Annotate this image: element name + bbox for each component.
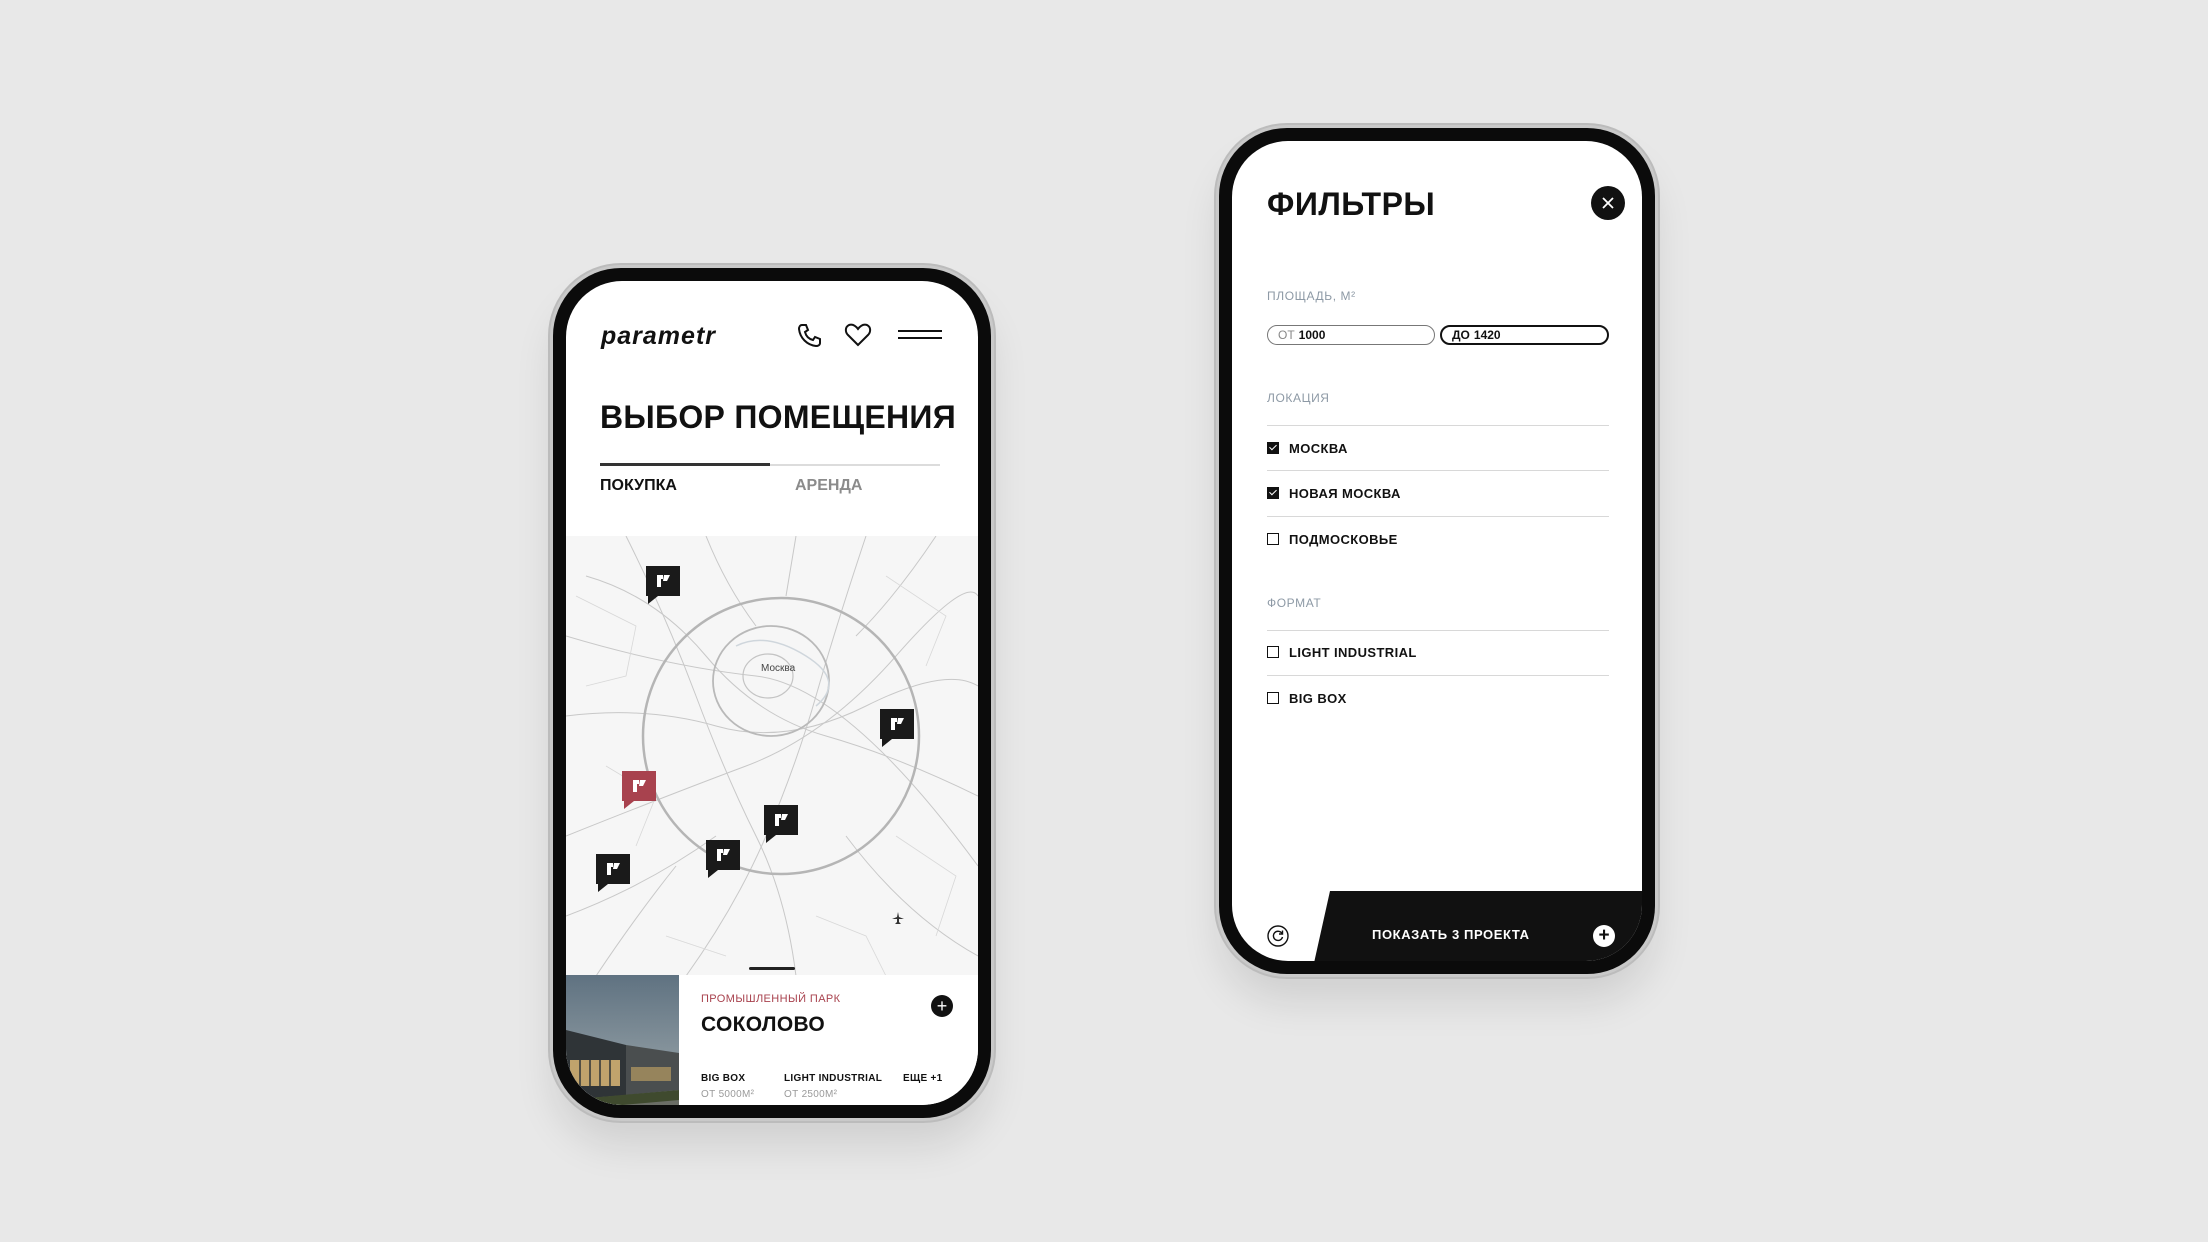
area-to-prefix: ДО xyxy=(1452,328,1470,342)
format-tag-light-industrial: LIGHT INDUSTRIAL xyxy=(784,1073,883,1084)
map-pin[interactable] xyxy=(764,805,798,843)
project-title[interactable]: СОКОЛОВО xyxy=(701,1013,825,1037)
filters-screen: ФИЛЬТРЫ ПЛОЩАДЬ, М² ОТ 1000 ДО 1420 ЛОКА… xyxy=(1232,141,1642,961)
divider xyxy=(1267,425,1609,426)
close-icon xyxy=(1602,197,1614,209)
checkbox[interactable] xyxy=(1267,692,1279,704)
show-results-button[interactable] xyxy=(1314,891,1642,961)
map-city-label: Москва xyxy=(761,663,796,674)
project-card[interactable]: ПРОМЫШЛЕННЫЙ ПАРК СОКОЛОВО + BIG BOX ОТ … xyxy=(566,975,978,1105)
format-section-label: ФОРМАТ xyxy=(1267,596,1322,610)
active-tab-indicator xyxy=(600,463,770,466)
refresh-icon xyxy=(1267,925,1289,947)
add-to-favorites-button[interactable]: + xyxy=(931,995,953,1017)
option-label: НОВАЯ МОСКВА xyxy=(1289,485,1401,501)
option-label: ПОДМОСКОВЬЕ xyxy=(1289,531,1398,547)
format-area-big-box: ОТ 5000М² xyxy=(701,1089,755,1100)
phone-icon[interactable] xyxy=(794,321,828,349)
format-tag-big-box: BIG BOX xyxy=(701,1073,746,1084)
show-results-label[interactable]: ПОКАЗАТЬ 3 ПРОЕКТА xyxy=(1372,927,1530,942)
page-title: ВЫБОР ПОМЕЩЕНИЯ xyxy=(600,399,957,435)
area-section-label: ПЛОЩАДЬ, М² xyxy=(1267,289,1356,303)
phone-frame-map: parametr ВЫБОР ПОМЕЩЕНИЯ ПОКУПКА АРЕНДА xyxy=(553,268,991,1118)
filters-title: ФИЛЬТРЫ xyxy=(1267,186,1436,222)
airport-icon xyxy=(891,911,905,925)
format-option-big-box[interactable]: BIG BOX xyxy=(1267,687,1347,709)
option-label: BIG BOX xyxy=(1289,690,1347,706)
menu-icon[interactable] xyxy=(896,321,944,349)
divider xyxy=(1267,675,1609,676)
project-category: ПРОМЫШЛЕННЫЙ ПАРК xyxy=(701,993,841,1005)
divider xyxy=(1267,516,1609,517)
map-view[interactable]: Москва xyxy=(566,536,978,976)
option-label: LIGHT INDUSTRIAL xyxy=(1289,644,1417,660)
map-pin[interactable] xyxy=(880,709,914,747)
map-roads xyxy=(566,536,978,976)
map-pin-selected[interactable] xyxy=(622,771,656,809)
location-option-moscow-region[interactable]: ПОДМОСКОВЬЕ xyxy=(1267,528,1398,550)
map-screen: parametr ВЫБОР ПОМЕЩЕНИЯ ПОКУПКА АРЕНДА xyxy=(566,281,978,1105)
location-section-label: ЛОКАЦИЯ xyxy=(1267,391,1330,405)
format-option-light-industrial[interactable]: LIGHT INDUSTRIAL xyxy=(1267,641,1417,663)
project-photo xyxy=(566,975,679,1105)
checkbox[interactable] xyxy=(1267,533,1279,545)
option-label: МОСКВА xyxy=(1289,440,1348,456)
area-from-field[interactable]: ОТ 1000 xyxy=(1267,325,1435,345)
checkbox[interactable] xyxy=(1267,487,1279,499)
map-pin[interactable] xyxy=(706,840,740,878)
tab-purchase[interactable]: ПОКУПКА xyxy=(600,477,677,495)
area-to-field[interactable]: ДО 1420 xyxy=(1440,325,1609,345)
checkbox[interactable] xyxy=(1267,646,1279,658)
brand-logo[interactable]: parametr xyxy=(601,322,716,351)
phone-frame-filters: ФИЛЬТРЫ ПЛОЩАДЬ, М² ОТ 1000 ДО 1420 ЛОКА… xyxy=(1219,128,1655,974)
area-from-value: 1000 xyxy=(1298,328,1326,342)
plus-icon[interactable]: + xyxy=(1593,925,1615,947)
map-pin[interactable] xyxy=(646,566,680,604)
location-option-moscow[interactable]: МОСКВА xyxy=(1267,437,1348,459)
format-area-light-industrial: ОТ 2500М² xyxy=(784,1089,838,1100)
heart-icon[interactable] xyxy=(843,321,877,349)
checkbox[interactable] xyxy=(1267,442,1279,454)
divider xyxy=(1267,470,1609,471)
more-formats-link[interactable]: ЕЩЕ +1 xyxy=(903,1073,943,1084)
location-option-new-moscow[interactable]: НОВАЯ МОСКВА xyxy=(1267,482,1401,504)
map-pin[interactable] xyxy=(596,854,630,892)
tab-rent[interactable]: АРЕНДА xyxy=(795,477,862,495)
area-to-value: 1420 xyxy=(1473,328,1501,342)
bottom-sheet-handle[interactable] xyxy=(749,967,795,970)
close-button[interactable] xyxy=(1591,186,1625,220)
area-from-prefix: ОТ xyxy=(1278,328,1295,342)
divider xyxy=(1267,630,1609,631)
reset-filters-button[interactable] xyxy=(1267,925,1289,947)
